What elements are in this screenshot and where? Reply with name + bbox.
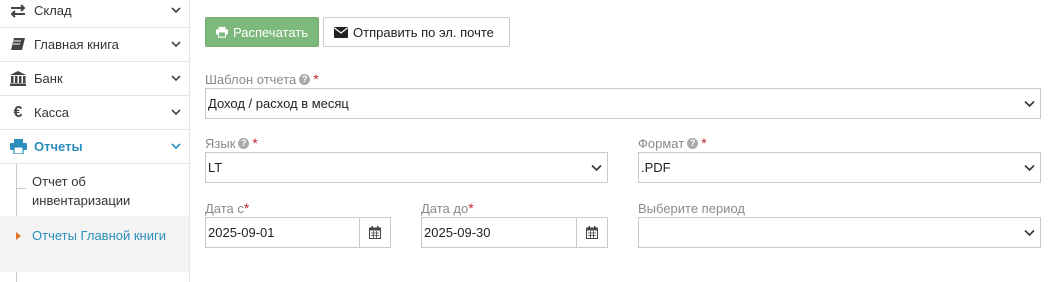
sidebar-item-cash[interactable]: € Касса <box>0 96 189 130</box>
submenu-item-label: Отчеты Главной книги <box>32 228 166 243</box>
period-label: Выберите период <box>638 200 745 216</box>
language-label-text: Язык <box>205 135 236 151</box>
sidebar: Склад Главная книга Банк € Касса Отчеты … <box>0 0 190 282</box>
required-mark: * <box>243 200 250 216</box>
printer-icon <box>8 139 28 155</box>
required-mark: * <box>468 200 474 216</box>
date-to-label-text: Дата до <box>421 200 469 216</box>
submenu-item-inventory-report[interactable]: Отчет об инвентаризации <box>0 172 189 216</box>
required-mark: * <box>701 135 707 151</box>
chevron-down-icon <box>1024 164 1035 171</box>
help-icon[interactable]: ? <box>687 137 699 149</box>
period-select[interactable] <box>638 217 1041 248</box>
sidebar-item-general-ledger[interactable]: Главная книга <box>0 28 189 62</box>
chevron-down-icon <box>1024 100 1035 107</box>
tree-connector <box>16 188 26 189</box>
help-icon[interactable]: ? <box>299 73 311 85</box>
sidebar-item-reports[interactable]: Отчеты <box>0 130 189 164</box>
language-select[interactable]: LT <box>205 152 608 183</box>
language-label: Язык ? * <box>205 135 258 151</box>
bank-icon <box>8 71 28 87</box>
period-label-text: Выберите период <box>638 200 745 216</box>
required-mark: * <box>313 71 319 87</box>
help-icon[interactable]: ? <box>238 137 250 149</box>
reports-submenu: Отчет об инвентаризации Отчеты Главной к… <box>0 164 189 282</box>
date-to-field[interactable]: 2025-09-30 <box>421 217 608 248</box>
sidebar-item-label: Банк <box>34 71 63 86</box>
sidebar-item-label: Касса <box>34 105 70 120</box>
calendar-button[interactable] <box>359 218 390 247</box>
date-to-value[interactable]: 2025-09-30 <box>422 225 576 240</box>
date-from-value[interactable]: 2025-09-01 <box>206 225 359 240</box>
print-button[interactable]: Распечатать <box>205 17 319 47</box>
email-button[interactable]: Отправить по эл. почте <box>323 17 510 47</box>
format-label: Формат ? * <box>638 135 707 151</box>
date-from-label-text: Дата с <box>205 200 244 216</box>
date-from-field[interactable]: 2025-09-01 <box>205 217 391 248</box>
chevron-down-icon <box>1024 229 1035 236</box>
chevron-down-icon <box>591 164 602 171</box>
template-label-text: Шаблон отчета <box>205 71 297 87</box>
chevron-down-icon <box>171 108 181 115</box>
print-button-label: Распечатать <box>232 24 308 40</box>
chevron-down-icon <box>171 6 181 13</box>
date-to-label: Дата до * <box>421 200 474 216</box>
email-button-label: Отправить по эл. почте <box>353 24 494 40</box>
transfer-arrows-icon <box>8 3 28 19</box>
required-mark: * <box>252 135 258 151</box>
sidebar-item-label: Главная книга <box>34 37 119 52</box>
chevron-down-icon <box>171 40 181 47</box>
chevron-down-icon <box>171 142 181 149</box>
caret-right-icon <box>16 232 21 240</box>
sidebar-item-bank[interactable]: Банк <box>0 62 189 96</box>
date-from-label: Дата с * <box>205 200 249 216</box>
calendar-button[interactable] <box>576 218 607 247</box>
sidebar-item-label: Отчеты <box>34 139 83 154</box>
submenu-item-label: Отчет об инвентаризации <box>32 174 131 208</box>
calendar-icon <box>369 226 381 239</box>
submenu-item-ledger-reports[interactable]: Отчеты Главной книги <box>0 216 189 272</box>
language-select-value: LT <box>208 160 223 175</box>
sidebar-item-warehouse[interactable]: Склад <box>0 0 189 28</box>
euro-icon: € <box>13 103 23 121</box>
printer-icon <box>216 26 228 38</box>
template-label: Шаблон отчета ? * <box>205 71 319 87</box>
format-select[interactable]: .PDF <box>638 152 1041 183</box>
chevron-down-icon <box>171 74 181 81</box>
format-label-text: Формат <box>638 135 685 151</box>
calendar-icon <box>586 226 598 239</box>
sidebar-item-label: Склад <box>34 3 72 18</box>
book-icon <box>8 37 28 53</box>
envelope-icon <box>334 26 348 38</box>
template-select[interactable]: Доход / расход в месяц <box>205 88 1041 119</box>
format-select-value: .PDF <box>641 160 671 175</box>
template-select-value: Доход / расход в месяц <box>208 96 349 111</box>
